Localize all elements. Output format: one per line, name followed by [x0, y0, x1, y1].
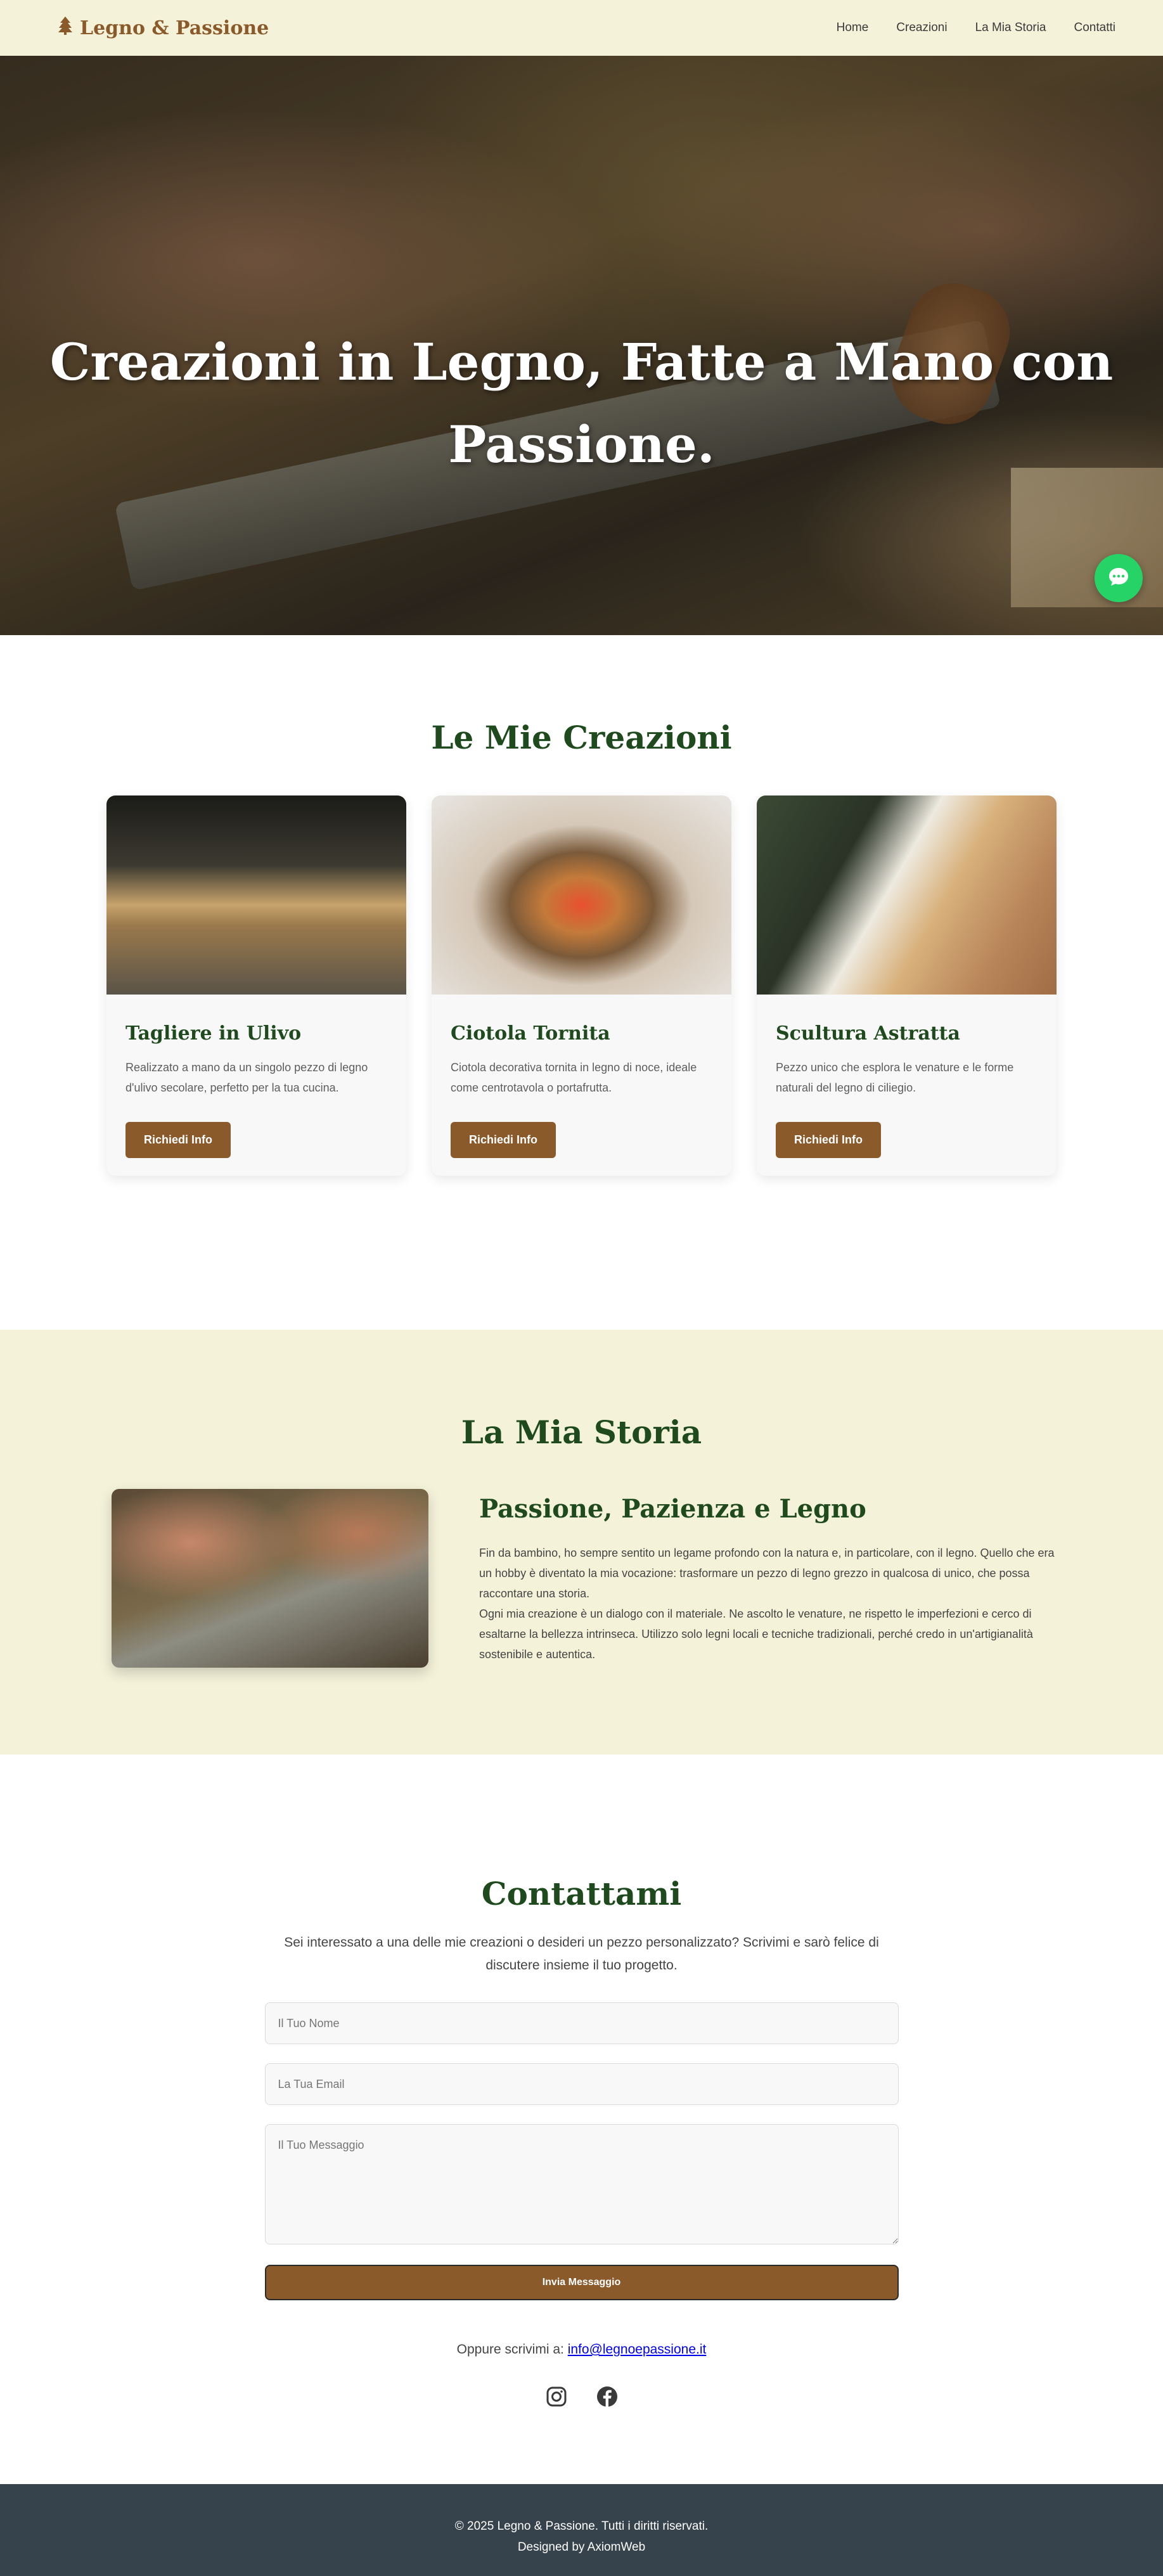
whatsapp-chat-button[interactable] — [1095, 554, 1143, 602]
product-card: Tagliere in Ulivo Realizzato a mano da u… — [106, 795, 406, 1176]
email-prefix: Oppure scrivimi a: — [456, 2342, 564, 2357]
contact-title: Contattami — [481, 1875, 682, 1912]
request-info-button[interactable]: Richiedi Info — [451, 1122, 556, 1158]
nav-link-creazioni[interactable]: Creazioni — [896, 21, 947, 35]
chat-icon — [1106, 564, 1131, 593]
submit-button[interactable]: Invia Messaggio — [264, 2265, 899, 2300]
footer: © 2025 Legno & Passione. Tutti i diritti… — [0, 2484, 1163, 2576]
contact-form: Invia Messaggio — [264, 2002, 899, 2300]
creations-title: Le Mie Creazioni — [431, 719, 732, 756]
brand-logo[interactable]: Legno & Passione — [57, 16, 269, 40]
story-section: La Mia Storia Passione, Pazienza e Legno… — [0, 1330, 1163, 1755]
story-title: La Mia Storia — [461, 1414, 702, 1451]
email-link[interactable]: info@legnoepassione.it — [568, 2342, 707, 2357]
footer-credit: Designed by AxiomWeb — [517, 2541, 646, 2554]
top-nav: Legno & Passione Home Creazioni La Mia S… — [0, 0, 1163, 56]
product-image — [106, 795, 406, 995]
contact-section: Contattami Sei interessato a una delle m… — [0, 1755, 1163, 2484]
product-title: Scultura Astratta — [776, 1022, 960, 1045]
product-description: Pezzo unico che esplora le venature e le… — [776, 1061, 1014, 1094]
product-image — [432, 795, 731, 995]
story-paragraph: Fin da bambino, ho sempre sentito un leg… — [479, 1547, 1055, 1600]
product-title: Ciotola Tornita — [451, 1022, 610, 1045]
hero-section: Creazioni in Legno, Fatte a Mano con Pas… — [0, 56, 1163, 635]
cards-grid: Tagliere in Ulivo Realizzato a mano da u… — [0, 795, 1163, 1176]
product-image — [757, 795, 1057, 995]
message-field[interactable] — [264, 2124, 899, 2244]
nav-link-contatti[interactable]: Contatti — [1074, 21, 1115, 35]
hero-title: Creazioni in Legno, Fatte a Mano con — [49, 332, 1114, 392]
story-image — [112, 1489, 428, 1668]
contact-subtitle: Sei interessato a una delle mie creazion… — [284, 1935, 879, 1973]
product-description: Ciotola decorativa tornita in legno di n… — [451, 1061, 697, 1094]
social-links — [0, 2385, 1163, 2411]
product-card: Scultura Astratta Pezzo unico che esplor… — [757, 795, 1057, 1176]
request-info-button[interactable]: Richiedi Info — [125, 1122, 231, 1158]
nav-links: Home Creazioni La Mia Storia Contatti — [837, 21, 1115, 35]
product-description: Realizzato a mano da un singolo pezzo di… — [125, 1061, 368, 1094]
creations-section: Le Mie Creazioni Tagliere in Ulivo Reali… — [0, 635, 1163, 1330]
product-title: Tagliere in Ulivo — [125, 1022, 302, 1045]
tree-icon — [57, 16, 74, 40]
facebook-icon[interactable] — [596, 2385, 619, 2411]
request-info-button[interactable]: Richiedi Info — [776, 1122, 881, 1158]
story-heading: Passione, Pazienza e Legno — [479, 1494, 866, 1524]
email-field[interactable] — [264, 2063, 899, 2105]
hero-title-line-2: Passione. — [448, 415, 715, 474]
brand-name: Legno & Passione — [80, 16, 269, 39]
nav-link-storia[interactable]: La Mia Storia — [975, 21, 1046, 35]
story-paragraph: Ogni mia creazione è un dialogo con il m… — [479, 1607, 1033, 1661]
footer-copyright: © 2025 Legno & Passione. Tutti i diritti… — [454, 2520, 709, 2533]
product-card: Ciotola Tornita Ciotola decorativa torni… — [432, 795, 731, 1176]
email-line: Oppure scrivimi a: info@legnoepassione.i… — [0, 2342, 1163, 2357]
story-content: Passione, Pazienza e Legno Fin da bambin… — [112, 1489, 1163, 1668]
instagram-icon[interactable] — [545, 2385, 568, 2411]
name-field[interactable] — [264, 2002, 899, 2044]
nav-link-home[interactable]: Home — [837, 21, 869, 35]
